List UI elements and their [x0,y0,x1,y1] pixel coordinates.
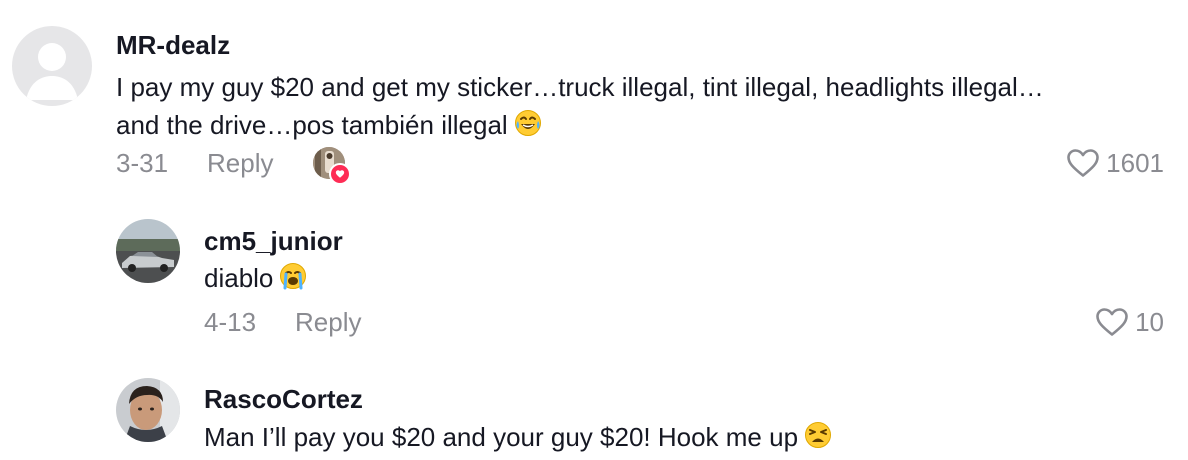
user-placeholder-icon [26,43,78,100]
comment-username[interactable]: MR-dealz [116,30,230,60]
comment-text-line: Man I’ll pay you $20 and your guy $20! H… [204,422,799,452]
like-count: 1601 [1106,148,1164,178]
heart-outline-icon [1096,308,1128,336]
loudly-crying-face-icon [279,262,307,300]
person-photo-avatar [116,378,180,442]
reply-button[interactable]: Reply [207,148,273,178]
avatar[interactable] [116,219,180,283]
comment-username[interactable]: cm5_junior [204,226,343,256]
car-photo-avatar [116,219,180,283]
comment-text-line: and the drive…pos también illegal [116,110,508,140]
comment-text-line: I pay my guy $20 and get my sticker…truc… [116,72,1044,102]
heart-icon [329,163,351,185]
liked-by-creator-badge [313,147,351,185]
comment-text: diablo [204,259,307,300]
avatar[interactable] [116,378,180,442]
comment-text-line: diablo [204,263,274,293]
like-button[interactable]: 10 [1095,307,1164,337]
heart-outline-icon [1067,149,1099,177]
comment-username[interactable]: RascoCortez [204,384,363,414]
like-button[interactable]: 1601 [1066,148,1164,178]
like-count: 10 [1135,307,1164,337]
default-avatar[interactable] [12,26,92,106]
reply-button[interactable]: Reply [295,307,361,337]
face-with-tears-of-joy-icon [514,109,542,147]
comment-date: 4-13 [204,307,257,337]
comment-date: 3-31 [116,148,169,178]
weary-face-icon [804,421,832,459]
comment-text: I pay my guy $20 and get my sticker…truc… [116,68,1176,147]
comment-text: Man I’ll pay you $20 and your guy $20! H… [204,418,832,459]
